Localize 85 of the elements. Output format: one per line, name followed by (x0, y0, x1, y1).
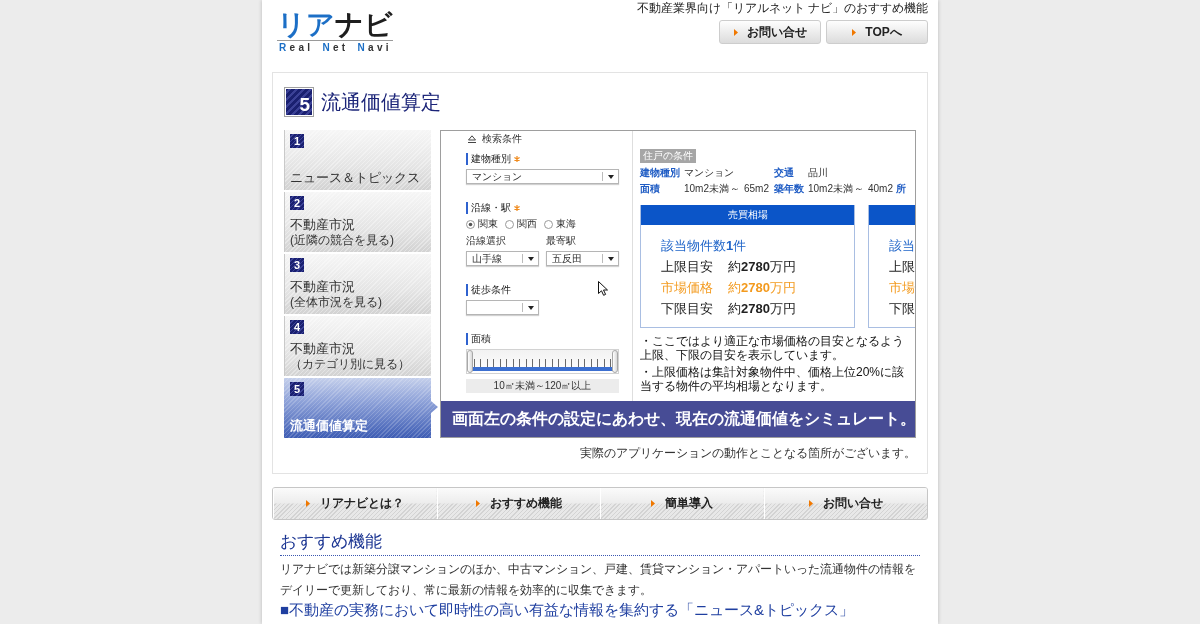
condition-value: ～ (854, 183, 864, 195)
section-title: 流通価値算定 (321, 90, 441, 114)
search-title: 検索条件 (482, 133, 522, 145)
intro-paragraph: リアナビでは新築分譲マンションのほか、中古マンション、戸建、賃貸マンション・アパートいった流通物件の情報をデイリーで更新しており、常に最新の情報を効率的に収集できます。 (280, 561, 917, 599)
radio-option[interactable]: 関西 (505, 218, 537, 230)
section-number: 5 (284, 87, 314, 117)
range-reading: 10㎡未満～120㎡以上 (466, 379, 619, 393)
field-label: 沿線選択 (466, 235, 506, 247)
condition-label: 面積 (640, 183, 660, 195)
footnote: ・ここではより適正な市場価格の目安となるよう上限、下限の目安を表示しています。 (640, 334, 905, 362)
result-header: 売買相場 (641, 205, 854, 225)
caret-icon (607, 174, 614, 179)
condition-value: 40m2 (868, 183, 893, 195)
price-label: 下限 (889, 300, 915, 318)
field-label: 最寄駅 (546, 235, 576, 247)
triangle-icon (808, 500, 813, 507)
section-heading: おすすめ機能 (280, 532, 920, 556)
slider-handle[interactable] (467, 350, 473, 373)
feature-tab[interactable]: 4 不動産市況 （カテゴリ別に見る） (284, 316, 431, 376)
price-value: 約2780万円 (728, 300, 796, 318)
condition-value: ～ (730, 183, 740, 195)
step-number: 1 (290, 134, 304, 148)
feature-tab[interactable]: 3 不動産市況 (全体市況を見る) (284, 254, 431, 314)
condition-label: 所 (896, 183, 906, 195)
step-number: 2 (290, 196, 304, 210)
nav-button[interactable]: 簡単導入 (600, 488, 764, 519)
condition-value: 10m2未満 (684, 183, 729, 195)
radio-option[interactable]: 関東 (466, 218, 498, 230)
select-field[interactable] (466, 300, 539, 315)
price-value: 約2780万円 (728, 279, 796, 297)
step-number: 3 (290, 258, 304, 272)
triangle-icon (651, 500, 656, 507)
select-field[interactable]: マンション (466, 169, 619, 184)
header-button[interactable]: TOPへ (826, 20, 928, 44)
triangle-icon (306, 500, 311, 507)
header-button[interactable]: お問い合せ (719, 20, 821, 44)
screenshot-note: 実際のアプリケーションの動作とことなる箇所がございます。 (580, 447, 916, 459)
caret-icon (527, 256, 534, 261)
step-number: 4 (290, 320, 304, 334)
price-label: 上限 (889, 258, 915, 276)
triangle-icon (852, 28, 857, 36)
logo-wordmark: リアナビ (277, 11, 393, 41)
price-label: 市場価格 (661, 279, 714, 297)
site-tagline: 不動産業界向け「リアルネット ナビ」のおすすめ機能 (636, 1, 928, 16)
price-value: 約2780万円 (728, 258, 796, 276)
nav-button[interactable]: おすすめ機能 (436, 488, 600, 519)
price-label: 上限目安 (661, 258, 714, 276)
condition-label: 交通 (774, 167, 794, 179)
match-count: 該当 (889, 237, 915, 255)
select-field[interactable]: 山手線 (466, 251, 539, 266)
radio-option[interactable]: 東海 (544, 218, 576, 230)
logo-tagline: Real Net Navi (278, 42, 392, 54)
caret-icon (527, 305, 534, 310)
footnote: ・上限価格は集計対象物件中、価格上位20%に該当する物件の平均相場となります。 (640, 365, 906, 393)
condition-value: 品川 (808, 167, 828, 179)
step-number: 5 (290, 382, 304, 396)
select-field[interactable]: 五反田 (546, 251, 619, 266)
subsection-heading: ■不動産の実務において即時性の高い有益な情報を集約する「ニュース&トピックス」 (280, 601, 855, 618)
conditions-tag: 住戸の条件 (640, 149, 696, 163)
feature-tab[interactable]: 2 不動産市況 (近隣の競合を見る) (284, 192, 431, 252)
price-label: 市場 (889, 279, 915, 297)
triangle-icon (468, 135, 476, 143)
field-label: 建物種別 (466, 153, 511, 165)
field-label: 沿線・駅 (466, 202, 511, 214)
slider-handle[interactable] (612, 350, 618, 373)
condition-value: 65m2 (744, 183, 769, 195)
feature-tab[interactable]: 5 流通価値算定 (284, 378, 438, 438)
triangle-icon (475, 500, 480, 507)
feature-tab[interactable]: 1 ニュース＆トピックス (284, 130, 431, 190)
result-header (869, 205, 915, 225)
condition-label: 築年数 (774, 183, 804, 195)
price-label: 下限目安 (661, 300, 714, 318)
cursor-icon (598, 281, 608, 296)
triangle-icon (733, 28, 738, 36)
condition-value: マンション (684, 167, 734, 179)
condition-label: 建物種別 (640, 167, 680, 179)
nav-button[interactable]: お問い合せ (763, 488, 927, 519)
condition-value: 10m2未満 (808, 183, 853, 195)
field-label: 徒歩条件 (466, 284, 511, 296)
field-label: 面積 (466, 333, 491, 345)
slider-track[interactable] (466, 349, 619, 374)
match-count: 該当物件数1件 (661, 237, 747, 255)
caption-banner: 画面左の条件の設定にあわせ、現在の流通価値をシミュレート。 (441, 401, 915, 437)
nav-button[interactable]: リアナビとは？ (273, 488, 437, 519)
caret-icon (607, 256, 614, 261)
